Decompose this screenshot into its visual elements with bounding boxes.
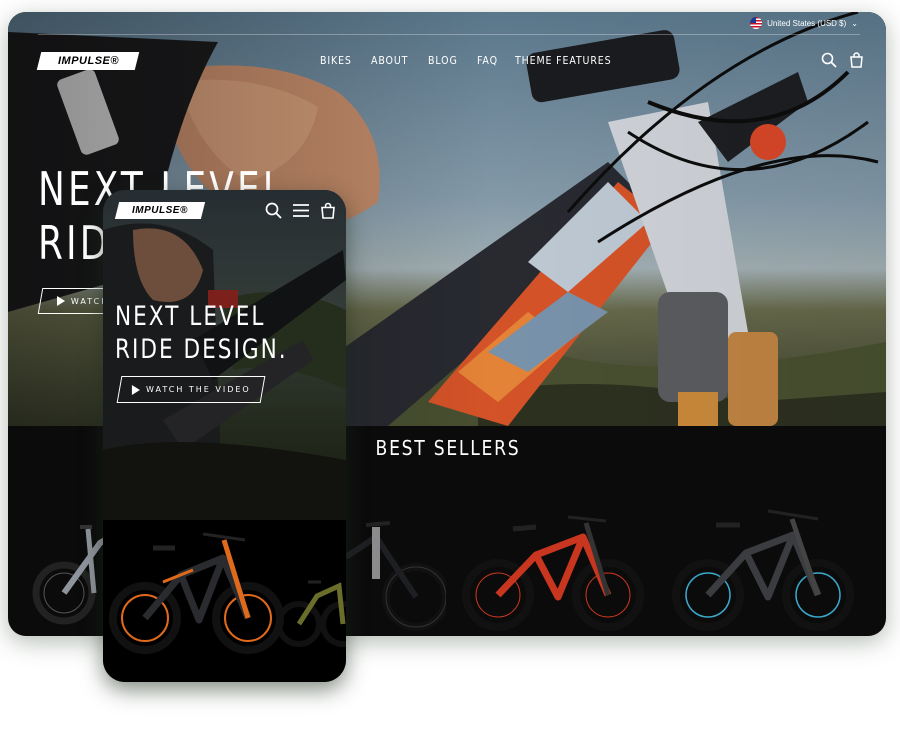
product-card-grey-bike[interactable]	[30, 497, 110, 627]
nav-item-faq[interactable]: FAQ	[477, 54, 498, 67]
cart-icon[interactable]	[849, 52, 864, 68]
nav-item-bikes[interactable]: BIKES	[320, 54, 352, 67]
header-icons	[821, 52, 864, 68]
mobile-product-bikes	[109, 532, 346, 654]
mobile-hero-banner: IMPULSE® NEXT LEVEL RIDE DESIGN. WATCH TH…	[103, 190, 346, 520]
mobile-hero-heading: NEXT LEVEL RIDE DESIGN.	[115, 300, 288, 366]
nav-item-theme-features[interactable]: THEME FEATURES	[515, 54, 611, 67]
divider	[38, 34, 860, 35]
search-icon[interactable]	[265, 202, 282, 219]
mobile-hero-line-1: NEXT LEVEL	[115, 301, 266, 332]
site-logo[interactable]: IMPULSE®	[36, 52, 140, 70]
play-icon	[57, 296, 65, 306]
mobile-watch-label: WATCH THE VIDEO	[145, 385, 251, 394]
announcement-bar: United States (USD $) ⌄	[8, 12, 886, 35]
mobile-site-logo[interactable]: IMPULSE®	[114, 202, 206, 219]
mobile-product-row	[103, 520, 346, 682]
main-nav: BIKES ABOUT BLOG FAQ THEME FEATURES	[320, 54, 627, 67]
currency-label: United States (USD $)	[767, 18, 847, 28]
chevron-down-icon: ⌄	[851, 18, 858, 28]
nav-item-about[interactable]: ABOUT	[371, 54, 408, 67]
product-card-red-bike[interactable]	[458, 497, 658, 632]
product-card-black-bike[interactable]	[336, 497, 446, 636]
product-card-olive-bike[interactable]	[276, 580, 346, 647]
play-icon	[131, 384, 140, 395]
mobile-logo-text: IMPULSE®	[132, 205, 188, 216]
nav-item-blog[interactable]: BLOG	[428, 54, 458, 67]
best-sellers-heading: BEST SELLERS	[375, 436, 521, 460]
product-card-orange-bike[interactable]	[109, 532, 284, 654]
flag-icon	[750, 17, 763, 29]
mobile-storefront: IMPULSE® NEXT LEVEL RIDE DESIGN. WATCH TH…	[103, 190, 346, 682]
logo-text: IMPULSE®	[57, 55, 119, 67]
currency-selector[interactable]: United States (USD $) ⌄	[750, 17, 858, 29]
mobile-header-icons	[265, 202, 336, 219]
cart-icon[interactable]	[320, 202, 336, 219]
mobile-hero-line-2: RIDE DESIGN.	[115, 334, 288, 365]
product-card-dark-grey-bike[interactable]	[668, 497, 868, 632]
menu-icon[interactable]	[292, 202, 310, 219]
search-icon[interactable]	[821, 52, 837, 68]
mobile-watch-video-button[interactable]: WATCH THE VIDEO	[116, 376, 266, 403]
